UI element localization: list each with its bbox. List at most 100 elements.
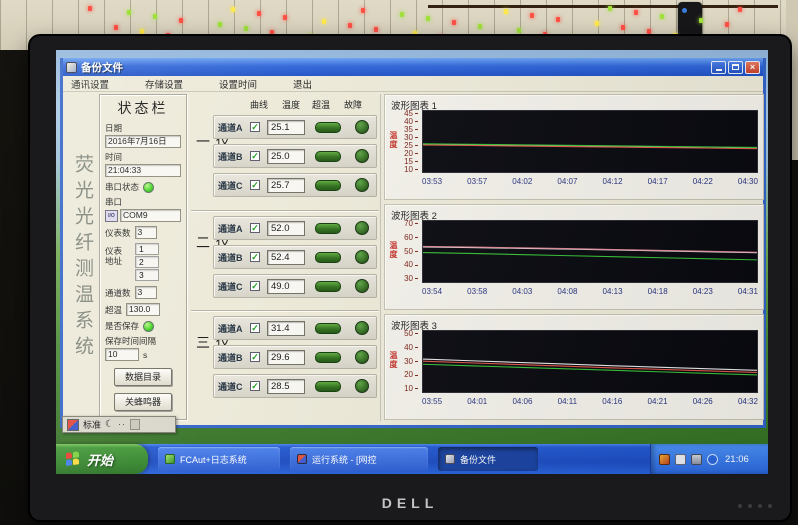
x-tick-label: 04:32 [738,397,758,407]
x-tick-label: 04:13 [603,287,623,297]
display-tray-icon[interactable] [675,454,686,465]
meter-address-item[interactable]: 3 [135,269,159,281]
x-tick-label: 03:57 [467,177,487,187]
overtemp-indicator [315,223,341,234]
temperature-display: 52.4 [267,250,305,265]
ime-language-icon[interactable] [67,419,79,431]
windows-logo-icon [66,451,81,467]
meter-address-item[interactable]: 2 [135,256,159,268]
y-tick-label: 50 [404,248,418,256]
fault-led [355,221,369,235]
overtemp-indicator [315,381,341,392]
taskbar-item-log-system[interactable]: FCAut+日志系统 [158,447,280,471]
panel-led-icon [348,23,352,28]
waveform-line [423,361,757,372]
menu-comm-settings[interactable]: 通讯设置 [66,77,114,91]
panel-led-icon [452,20,456,25]
overtemp-indicator [315,352,341,363]
curve-checkbox[interactable]: ✓ [250,352,260,362]
buzzer-off-button[interactable]: 关蜂鸣器 [114,393,172,411]
check-icon: ✓ [251,353,259,362]
ime-punctuation-icon[interactable]: ·· [118,420,126,429]
fault-led [355,350,369,364]
curve-checkbox[interactable]: ✓ [250,381,260,391]
save-enabled-label: 是否保存 [105,320,139,332]
fault-led [355,250,369,264]
panel-led-icon [374,27,378,32]
close-icon: × [750,63,755,72]
meter-address-list: 1 2 3 [135,243,159,282]
overtemp-indicator [315,252,341,263]
scene: DELL 备份文件 × 通讯设置 存储设置 设置时间 [0,0,798,525]
y-tick-label: 30 [404,275,418,283]
chart-y-axis: 7060504030 [397,220,418,283]
curve-checkbox[interactable]: ✓ [250,151,260,161]
volume-tray-icon[interactable] [707,454,718,465]
bezel-buttons[interactable] [738,504,772,508]
y-tick-label: 30 [404,358,418,366]
menu-exit[interactable]: 退出 [288,77,317,91]
chart-y-axis: 5040302010 [397,330,418,393]
x-tick-label: 04:26 [693,397,713,407]
panel-led-icon [478,24,482,29]
window-title: 备份文件 [81,60,707,75]
channel-label: 通道C [218,280,250,293]
serial-port-combo[interactable]: I/O COM9 [105,209,181,222]
panel-divider [380,94,382,421]
panel-led-icon [595,21,599,26]
usb-tray-icon[interactable] [691,454,702,465]
overtemp-threshold-value: 130.0 [126,303,160,316]
taskbar-item-backup-file[interactable]: 备份文件 [438,447,538,471]
data-directory-button[interactable]: 数据目录 [114,368,172,386]
panel-led-icon [660,14,664,19]
monitor: DELL 备份文件 × 通讯设置 存储设置 设置时间 [30,36,790,520]
serial-status-led [143,182,154,193]
menu-storage-settings[interactable]: 存储设置 [140,77,188,91]
waveform-line [423,359,757,370]
check-icon: ✓ [251,253,259,262]
channel-row: 通道A ✓ 31.4 [213,316,377,340]
meter-address-item[interactable]: 1 [135,243,159,255]
minimize-button[interactable] [711,61,726,74]
start-button[interactable]: 开始 [56,444,148,474]
channel-label: 通道B [218,150,250,163]
busbar-line [428,5,778,8]
waveform-chart-2: 波形图表 2 温度 7060504030 03:5403:5804:0304:0… [384,204,764,310]
save-enabled-led [143,321,154,332]
curve-checkbox[interactable]: ✓ [250,281,260,291]
taskbar: 开始 FCAut+日志系统 运行系统 - [网控 备份文件 [56,444,768,474]
curve-checkbox[interactable]: ✓ [250,180,260,190]
window-titlebar[interactable]: 备份文件 × [63,58,763,76]
x-tick-label: 03:55 [422,397,442,407]
check-icon: ✓ [251,123,259,132]
graphics-tray-icon[interactable] [659,454,670,465]
ime-options-button[interactable] [130,419,140,430]
curve-checkbox[interactable]: ✓ [250,223,260,233]
ime-mode-label[interactable]: 标准 [83,418,101,431]
panel-led-icon [361,8,365,13]
panel-led-icon [738,7,742,12]
save-interval-value[interactable]: 10 [105,348,139,361]
x-tick-label: 04:30 [738,177,758,187]
curve-checkbox[interactable]: ✓ [250,122,260,132]
app-body: 荧光光纤测温系统 状态栏 日期 2016年7月16日 时间 21:04:33 串… [63,92,763,425]
close-button[interactable]: × [745,61,760,74]
taskbar-item-run-system[interactable]: 运行系统 - [网控 [290,447,428,471]
curve-checkbox[interactable]: ✓ [250,323,260,333]
taskbar-item-label: FCAut+日志系统 [180,453,247,466]
menu-set-time[interactable]: 设置时间 [214,77,262,91]
camera-led-icon [682,8,687,13]
channel-label: 通道A [218,121,250,134]
curve-checkbox[interactable]: ✓ [250,252,260,262]
x-tick-label: 04:23 [693,287,713,297]
panel-led-icon [556,17,560,22]
maximize-button[interactable] [728,61,743,74]
run-system-icon [297,454,307,464]
check-icon: ✓ [251,382,259,391]
chart-x-axis: 03:5504:0104:0604:1104:1604:2104:2604:32 [422,397,758,407]
x-tick-label: 04:01 [467,397,487,407]
x-tick-label: 04:31 [738,287,758,297]
time-value: 21:04:33 [105,164,181,177]
moon-icon[interactable]: ☾ [105,420,114,430]
overtemp-indicator [315,281,341,292]
